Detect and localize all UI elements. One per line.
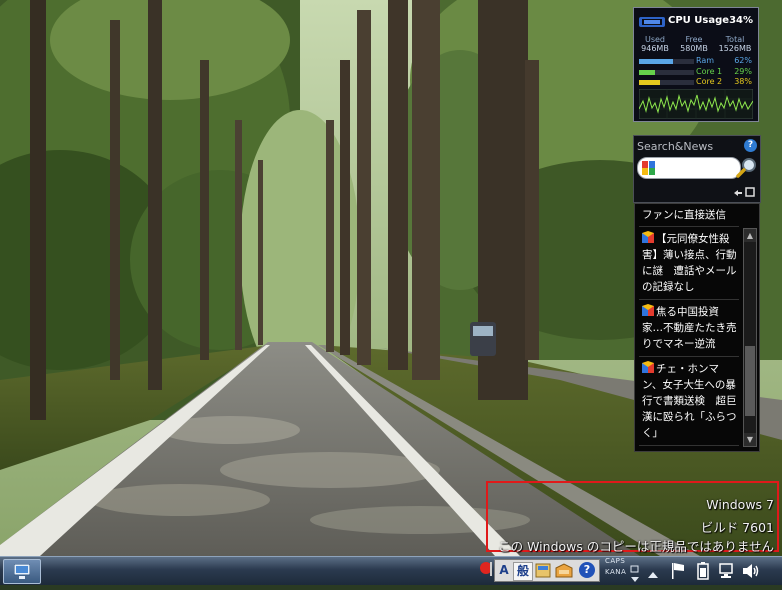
mem-header-total: Total [725, 35, 745, 44]
scroll-thumb[interactable] [745, 346, 755, 416]
network-icon[interactable] [718, 561, 734, 581]
ime-dropdown-icon[interactable] [631, 570, 639, 590]
ram-bar [639, 59, 694, 64]
news-list: ファンに直接送信 【元同僚女性殺害】薄い接点、行動に謎 遭話やメールの記録なし … [639, 204, 739, 446]
battery-icon[interactable] [697, 561, 709, 581]
news-item[interactable]: 焦る中国投資家…不動産たたき売りでマネー逆流 [639, 300, 739, 357]
help-icon[interactable]: ? [744, 139, 757, 152]
news-item-partial[interactable]: ファンに直接送信 [639, 204, 739, 227]
news-scrollbar[interactable]: ▲ ▼ [743, 228, 757, 447]
core2-label: Core 2 [696, 77, 723, 86]
core1-bar [639, 70, 694, 75]
news-headline: 焦る中国投資家…不動産たたき売りでマネー逆流 [642, 306, 737, 350]
core2-bar [639, 80, 694, 85]
cpu-chip-icon [639, 17, 665, 27]
news-headline: 【元同僚女性殺害】薄い接点、行動に謎 遭話やメールの記録なし [642, 233, 737, 293]
news-feed: ファンに直接送信 【元同僚女性殺害】薄い接点、行動に謎 遭話やメールの記録なし … [634, 203, 760, 452]
ime-kana-indicator[interactable]: 般 [513, 562, 533, 581]
scroll-down-icon[interactable]: ▼ [744, 433, 756, 446]
cpu-usage-title: CPU Usage [668, 15, 730, 26]
ram-bar-fill [639, 59, 674, 64]
cpu-history-graph [639, 89, 753, 119]
mem-header-used: Used [644, 35, 666, 44]
watermark-notice: この Windows のコピーは正規品ではありません [498, 539, 774, 554]
scroll-up-icon[interactable]: ▲ [744, 229, 756, 242]
ram-label: Ram [696, 56, 715, 65]
action-center-flag-icon[interactable] [671, 561, 685, 581]
news-source-icon [642, 304, 654, 316]
core1-value: 29% [734, 67, 752, 76]
mem-value-total: 1526MB [718, 44, 752, 53]
search-icon[interactable] [736, 156, 758, 178]
windows-logo-icon [14, 564, 30, 579]
news-headline: チェ・ホンマン、女子大生への暴行で書類送検 超巨漢に殴られ「ふらつく」 [642, 363, 737, 439]
show-hidden-icons-icon[interactable] [648, 565, 658, 585]
alert-flag-icon[interactable] [479, 559, 495, 579]
mem-value-free: 580MB [680, 44, 708, 53]
taskbar: A 般 ? CAPS KANA [0, 556, 782, 585]
ime-help-icon[interactable]: ? [579, 562, 595, 578]
google-logo-icon [642, 161, 655, 175]
cpu-usage-percent: 34% [729, 15, 753, 26]
search-news-title: Search&News [637, 140, 714, 153]
caps-indicator: CAPS [605, 557, 626, 565]
ime-mode-indicator[interactable]: A [497, 562, 511, 579]
core2-bar-fill [639, 80, 660, 85]
core2-value: 38% [734, 77, 752, 86]
news-source-icon [642, 361, 654, 373]
watermark-os-name: Windows 7 [706, 497, 774, 512]
mem-value-used: 946MB [641, 44, 669, 53]
watermark-build: ビルド 7601 [700, 520, 774, 535]
ime-language-bar[interactable]: A 般 ? [494, 559, 600, 582]
core1-label: Core 1 [696, 67, 723, 76]
core1-bar-fill [639, 70, 655, 75]
search-input[interactable] [637, 157, 741, 179]
ime-dictionary-icon[interactable] [555, 562, 573, 579]
start-button[interactable] [3, 559, 41, 584]
gadget-controls-icon[interactable] [733, 187, 755, 197]
news-item[interactable]: 【元同僚女性殺害】薄い接点、行動に謎 遭話やメールの記録なし [639, 227, 739, 300]
activation-watermark: Windows 7 ビルド 7601 この Windows のコピーは正規品では… [486, 481, 779, 554]
ram-value: 62% [734, 56, 752, 65]
news-item[interactable]: チェ・ホンマン、女子大生への暴行で書類送検 超巨漢に殴られ「ふらつく」 [639, 357, 739, 446]
search-news-gadget: Search&News ? [633, 135, 761, 203]
volume-icon[interactable] [742, 561, 760, 581]
news-source-icon [642, 231, 654, 243]
ime-pad-icon[interactable] [535, 562, 551, 579]
kana-indicator: KANA [605, 568, 627, 576]
mem-header-free: Free [685, 35, 703, 44]
cpu-usage-gadget[interactable]: CPU Usage 34% Used Free Total 946MB 580M… [633, 7, 759, 122]
